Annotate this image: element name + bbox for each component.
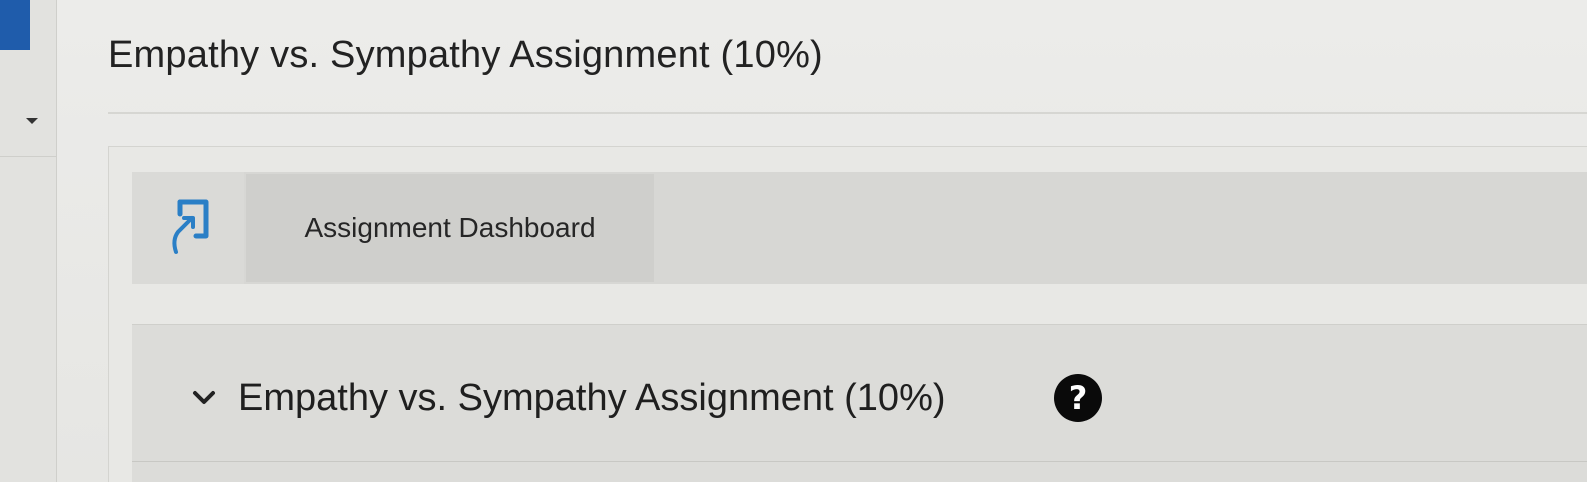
assignment-dashboard-button[interactable]: Assignment Dashboard	[246, 174, 654, 282]
left-rail	[0, 0, 57, 482]
panel-divider	[132, 461, 1587, 462]
question-mark-icon[interactable]: ?	[1054, 374, 1102, 422]
rail-divider	[0, 156, 56, 157]
launch-button[interactable]	[132, 172, 244, 284]
nav-tab-indicator[interactable]	[0, 0, 30, 50]
section-title: Empathy vs. Sympathy Assignment (10%)	[238, 376, 946, 419]
caret-down-icon[interactable]	[26, 118, 38, 124]
title-divider	[108, 112, 1587, 114]
external-launch-icon	[172, 199, 209, 254]
page: Empathy vs. Sympathy Assignment (10%) As…	[0, 0, 1587, 482]
page-title: Empathy vs. Sympathy Assignment (10%)	[108, 34, 823, 76]
chevron-down-icon	[193, 391, 215, 404]
assignment-dashboard-label: Assignment Dashboard	[304, 212, 596, 243]
section-toggle[interactable]: Empathy vs. Sympathy Assignment (10%)	[190, 372, 946, 424]
